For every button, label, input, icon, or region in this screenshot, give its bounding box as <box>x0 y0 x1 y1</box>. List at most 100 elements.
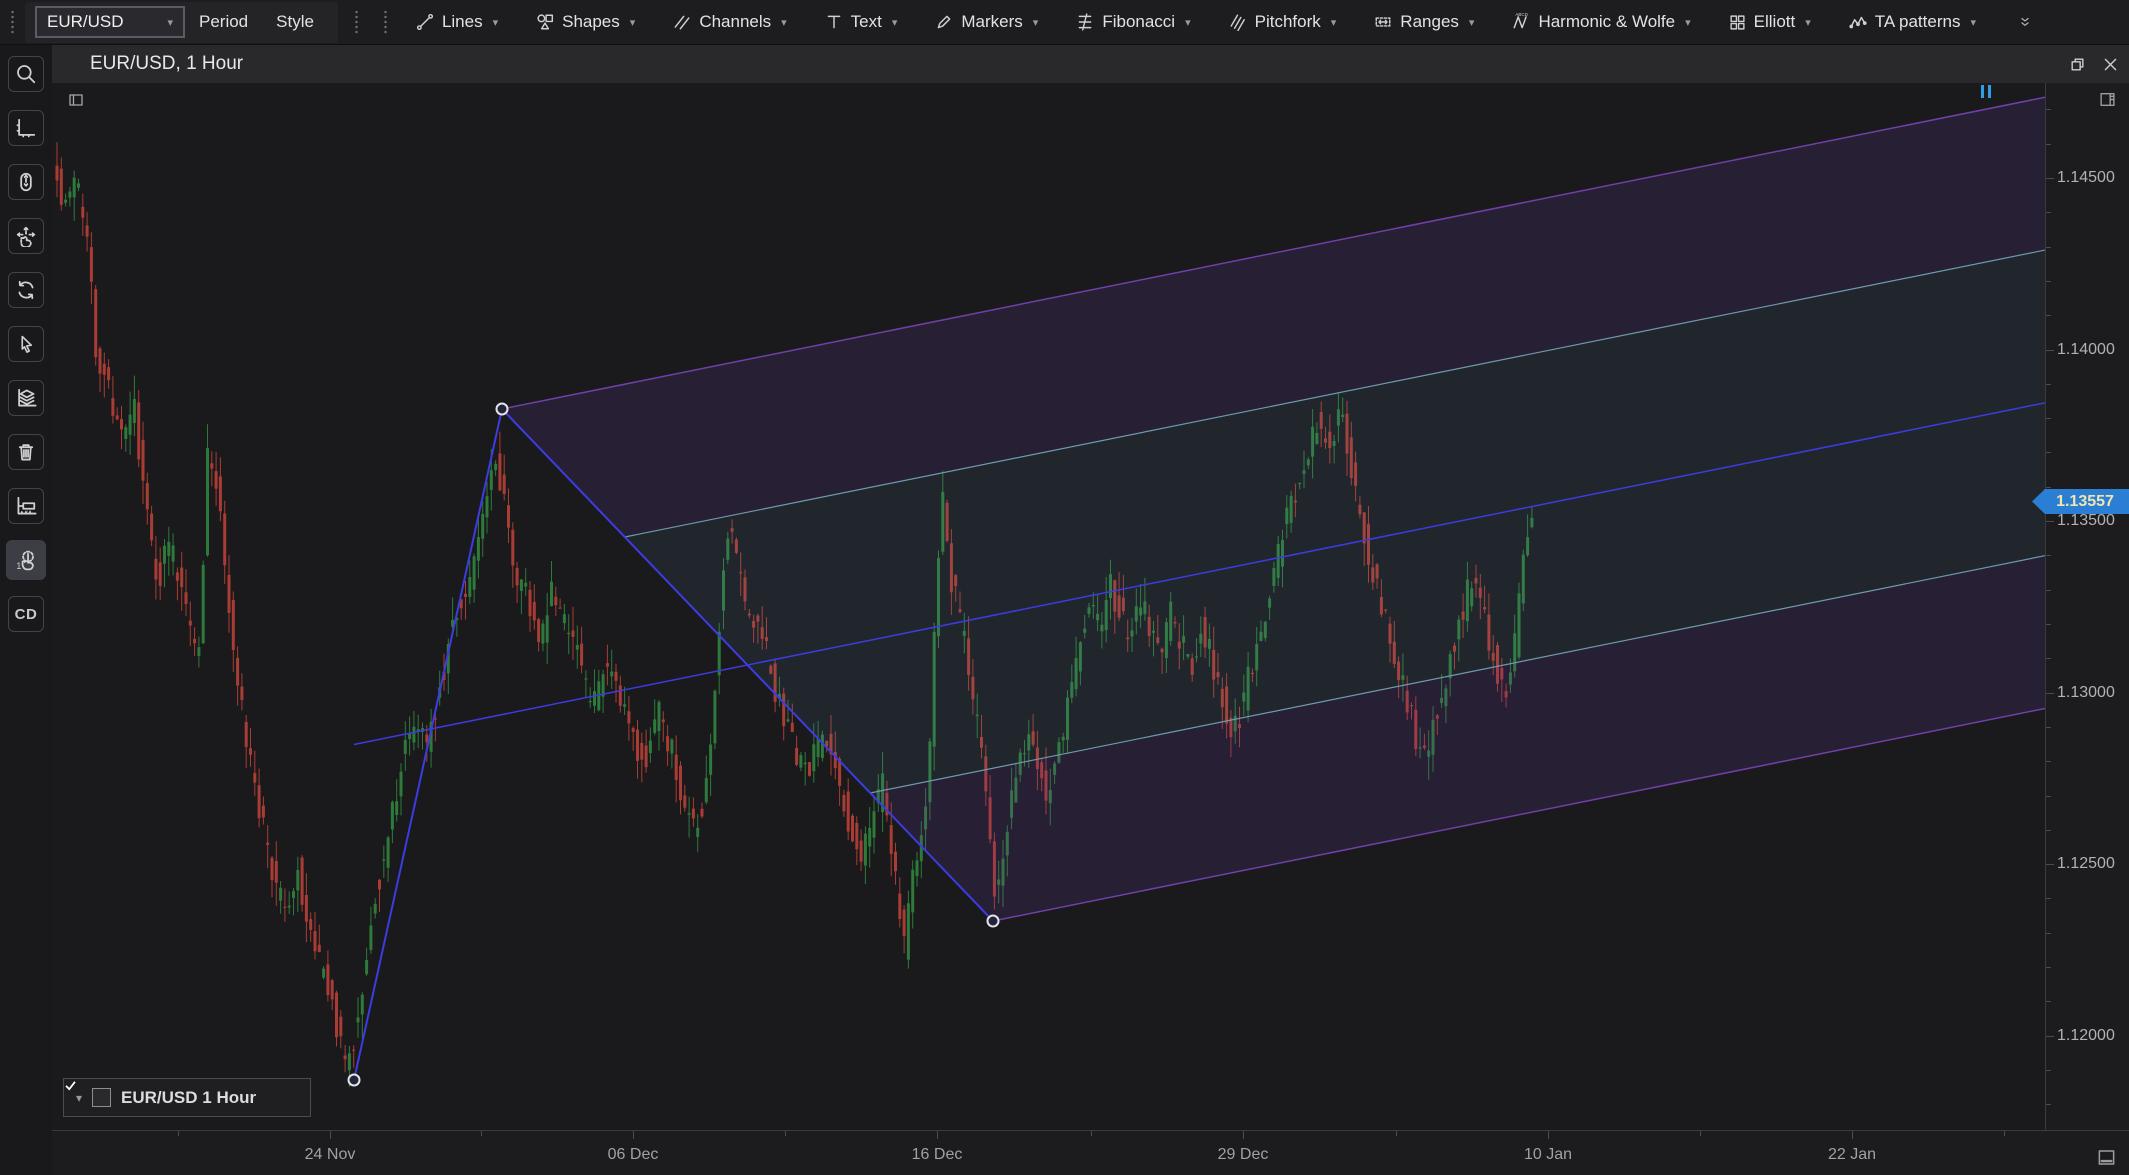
tool-label: Ranges <box>1400 12 1459 32</box>
time-axis-tick <box>481 1131 482 1136</box>
tool-button-markers[interactable]: Markers ▾ <box>921 2 1052 43</box>
chevron-down-icon: ▾ <box>1033 16 1039 29</box>
symbol-dropdown-value: EUR/USD <box>47 12 124 32</box>
price-axis-tick <box>2046 898 2051 899</box>
cd-icon: CD <box>15 606 38 623</box>
market-pause-icon <box>1981 85 1992 98</box>
chevron-down-icon: ▾ <box>1185 16 1191 29</box>
legend-expand-caret[interactable]: ▾ <box>76 1091 82 1105</box>
chart-titlebar[interactable]: EUR/USD, 1 Hour <box>52 45 2129 83</box>
price-axis-tick <box>2046 521 2054 522</box>
layers-icon <box>15 387 37 409</box>
time-axis-tick <box>1700 1131 1701 1136</box>
left-sidebar: v x 1 CD <box>0 45 52 1175</box>
tool-button-elliott[interactable]: Elliott ▾ <box>1715 2 1825 43</box>
price-axis-tick <box>2046 247 2051 248</box>
mouse-scroll-icon <box>15 171 37 193</box>
tool-button-ta-patterns[interactable]: TA patterns ▾ <box>1835 2 1990 43</box>
pitchfork-anchor-handle[interactable] <box>349 1075 360 1086</box>
toolbar-drag-grip[interactable] <box>354 9 359 35</box>
price-axis-tick <box>2046 350 2054 351</box>
tool-button-shapes[interactable]: Shapes ▾ <box>522 2 649 43</box>
tool-button-harmonic-wolfe[interactable]: ABCD Harmonic & Wolfe ▾ <box>1498 2 1704 43</box>
price-axis-tick <box>2046 315 2051 316</box>
symbol-dropdown[interactable]: EUR/USD ▾ <box>35 6 185 38</box>
chart-plot-area[interactable]: ▾ EUR/USD 1 Hour <box>52 83 2045 1130</box>
time-axis-tick <box>178 1131 179 1136</box>
period-button[interactable]: Period <box>185 2 262 43</box>
ranges-icon <box>1374 13 1392 31</box>
time-axis[interactable]: 24 Nov06 Dec16 Dec29 Dec10 Jan22 Jan <box>52 1130 2129 1175</box>
sidebar-scale-tool[interactable] <box>8 110 44 146</box>
price-axis-tick <box>2046 761 2051 762</box>
tool-button-fibonacci[interactable]: Fibonacci ▾ <box>1062 2 1204 43</box>
chevron-down-icon: ▾ <box>1970 16 1976 29</box>
time-axis-tick <box>1396 1131 1397 1136</box>
time-axis-tick <box>330 1131 331 1139</box>
sidebar-scroll-tool[interactable] <box>8 164 44 200</box>
sidebar-layers-tool[interactable] <box>8 380 44 416</box>
style-button[interactable]: Style <box>262 2 328 43</box>
time-axis-tick <box>937 1131 938 1139</box>
fibonacci-icon <box>1076 13 1094 31</box>
close-icon[interactable] <box>2102 56 2119 73</box>
sidebar-cd-tool[interactable]: CD <box>8 596 44 632</box>
chevron-down-icon: ▾ <box>1685 16 1691 29</box>
time-axis-tick <box>1548 1131 1549 1139</box>
current-price-badge: 1.13557 <box>2032 489 2129 514</box>
sidebar-tap-tool[interactable]: 1 <box>6 540 46 580</box>
restore-window-icon[interactable] <box>2069 56 2086 73</box>
channels-icon <box>673 13 691 31</box>
sidebar-refresh-tool[interactable] <box>8 272 44 308</box>
toolbar-overflow-button[interactable] <box>2018 15 2032 29</box>
pitchfork-anchor-handle[interactable] <box>988 916 999 927</box>
price-axis-tick <box>2046 967 2051 968</box>
price-axis-tick <box>2046 830 2051 831</box>
price-axis-tick <box>2046 281 2051 282</box>
symbol-period-group: EUR/USD ▾ Period Style <box>25 2 338 43</box>
sidebar-delete-tool[interactable] <box>8 434 44 470</box>
price-axis-tick <box>2046 864 2054 865</box>
tool-button-lines[interactable]: Lines ▾ <box>402 2 512 43</box>
tool-label: Pitchfork <box>1255 12 1321 32</box>
time-axis-label: 06 Dec <box>608 1146 659 1164</box>
time-axis-tick <box>2004 1131 2005 1136</box>
harmonic-icon: ABCD <box>1512 13 1530 31</box>
chevron-down-icon: ▾ <box>167 16 173 29</box>
cursor-icon <box>16 334 36 354</box>
price-axis-label: 1.13500 <box>2057 512 2115 530</box>
chart-title: EUR/USD, 1 Hour <box>90 53 243 75</box>
sidebar-pan-tool[interactable] <box>8 218 44 254</box>
tool-button-ranges[interactable]: Ranges ▾ <box>1360 2 1488 43</box>
price-axis-tick <box>2046 693 2054 694</box>
price-axis-tick <box>2046 933 2051 934</box>
tool-button-text[interactable]: Text ▾ <box>811 2 912 43</box>
toolbar-drag-grip[interactable] <box>10 9 15 35</box>
tool-button-channels[interactable]: Channels ▾ <box>659 2 800 43</box>
label-tool-icon: v x <box>15 495 37 517</box>
legend-checkbox[interactable] <box>92 1088 111 1107</box>
sidebar-cursor-tool[interactable] <box>8 326 44 362</box>
tool-button-pitchfork[interactable]: Pitchfork ▾ <box>1215 2 1351 43</box>
pitchfork-anchor-handle[interactable] <box>497 404 508 415</box>
svg-text:v x: v x <box>25 509 32 514</box>
chevron-down-icon: ▾ <box>1805 16 1811 29</box>
timeframe-panel-icon[interactable] <box>2097 1148 2116 1167</box>
chart-legend[interactable]: ▾ EUR/USD 1 Hour <box>63 1078 311 1117</box>
price-axis-label: 1.12500 <box>2057 855 2115 873</box>
chart-window: EUR/USD, 1 Hour ▾ EUR/USD 1 Hour 1.13557… <box>52 45 2129 1175</box>
sidebar-callout-tool[interactable]: v x <box>8 488 44 524</box>
price-axis-tick <box>2046 1001 2051 1002</box>
price-axis-tick <box>2046 555 2051 556</box>
pitchfork-drawing[interactable] <box>349 97 2046 1085</box>
price-axis[interactable]: 1.13557 1.145001.140001.135001.130001.12… <box>2045 83 2129 1130</box>
svg-text:1: 1 <box>16 561 21 571</box>
pitchfork-icon <box>1229 13 1247 31</box>
price-axis-settings-icon[interactable] <box>2099 91 2116 108</box>
drawing-tools-group: Lines ▾ Shapes ▾ Channels ▾ Text ▾ Marke… <box>402 2 2000 43</box>
price-axis-tick <box>2046 658 2051 659</box>
toolbar-drag-grip[interactable] <box>383 9 388 35</box>
sidebar-zoom-tool[interactable] <box>8 56 44 92</box>
price-axis-tick <box>2046 624 2051 625</box>
chevron-down-icon: ▾ <box>892 16 898 29</box>
